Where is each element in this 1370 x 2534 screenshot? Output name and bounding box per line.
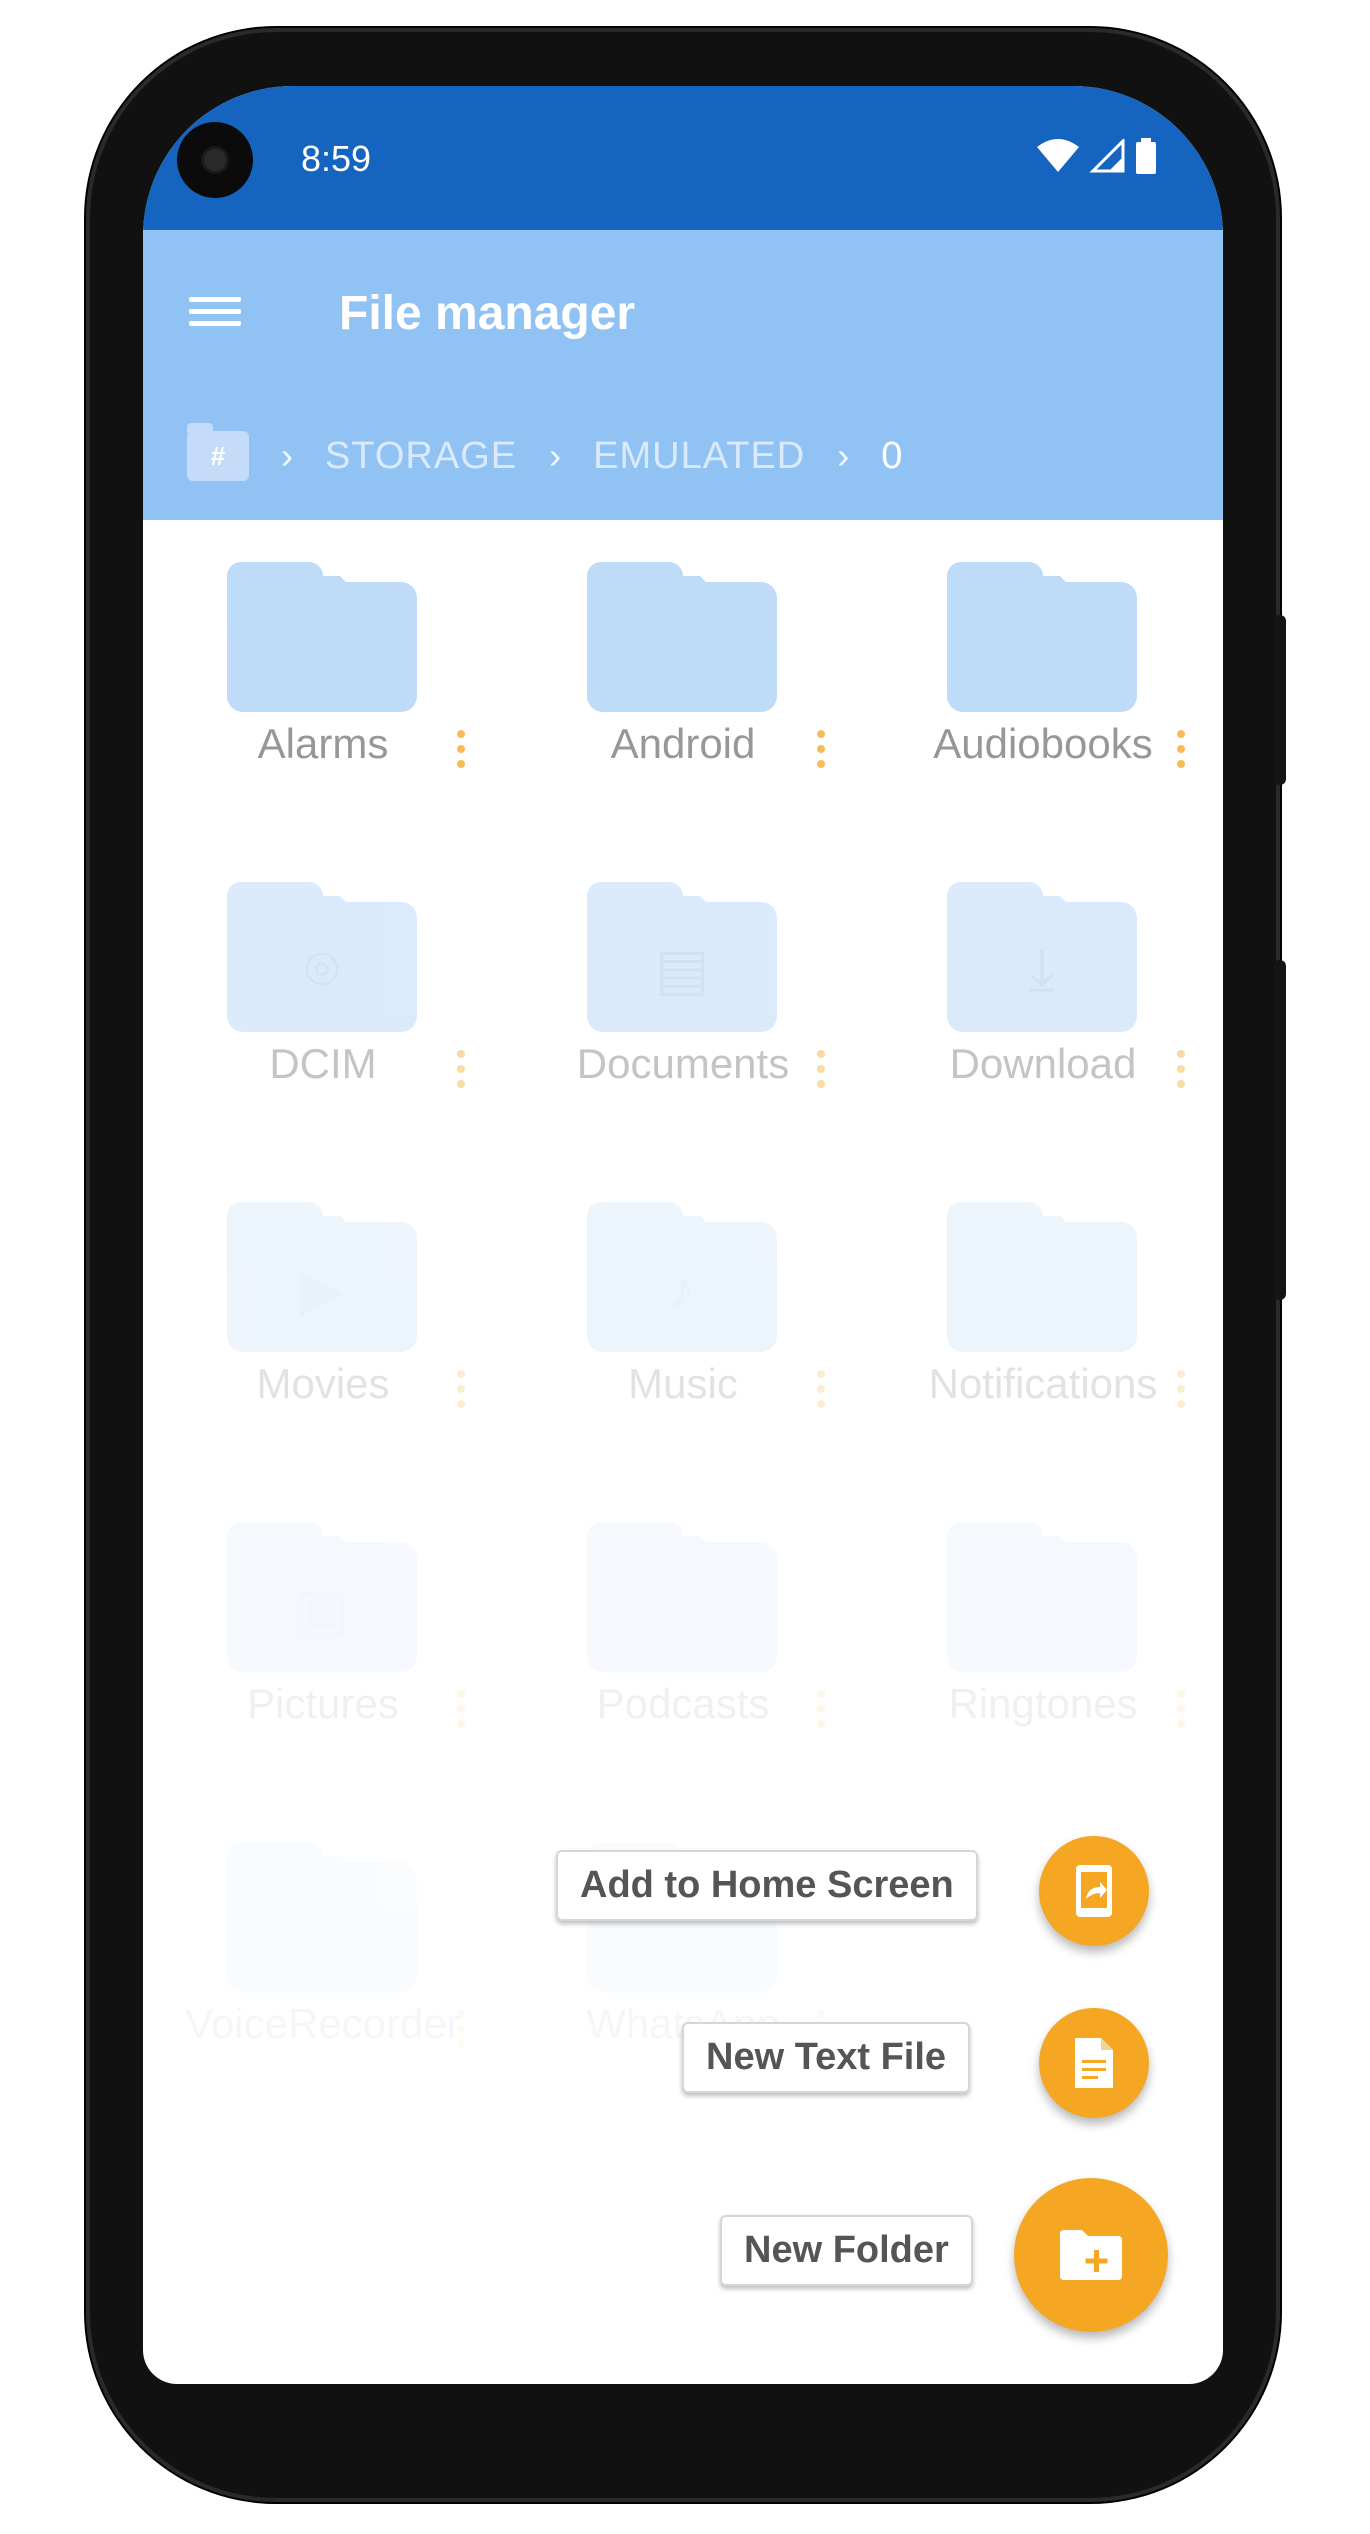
folder-icon: ⤓ xyxy=(947,882,1137,1032)
music-icon: ♪ xyxy=(667,1257,697,1322)
folder-item[interactable]: Android xyxy=(503,520,863,840)
camera-icon: ⌾ xyxy=(304,937,340,1002)
create-new-folder-icon xyxy=(1060,2230,1122,2280)
more-vert-icon[interactable] xyxy=(815,1370,829,1414)
folder-name: Movies xyxy=(256,1360,390,1407)
folder-item[interactable]: Ringtones xyxy=(863,1480,1223,1800)
document-icon: ▤ xyxy=(654,937,710,1002)
storage-root-icon[interactable]: # xyxy=(187,423,249,481)
folder-name: Music xyxy=(628,1360,738,1407)
chevron-right-icon: › xyxy=(549,435,562,476)
breadcrumb: # › STORAGE › EMULATED › 0 xyxy=(187,423,903,486)
folder-icon xyxy=(587,562,777,712)
folder-icon: ⌾ xyxy=(227,882,417,1032)
new-text-file-label[interactable]: New Text File xyxy=(682,2022,971,2093)
folder-item[interactable]: VoiceRecorder xyxy=(143,1800,503,2120)
more-vert-icon[interactable] xyxy=(455,1690,469,1734)
add-to-home-screen-label[interactable]: Add to Home Screen xyxy=(556,1850,978,1921)
folder-icon xyxy=(947,1202,1137,1352)
more-vert-icon[interactable] xyxy=(815,1690,829,1734)
folder-item[interactable]: Alarms xyxy=(143,520,503,840)
folder-name: Podcasts xyxy=(596,1680,770,1727)
more-vert-icon[interactable] xyxy=(455,1050,469,1094)
wifi-icon xyxy=(1037,139,1079,172)
document-icon xyxy=(1075,2038,1113,2088)
screen: 8:59 File manager # › STORAGE › EMULATED… xyxy=(143,86,1223,2384)
breadcrumb-storage[interactable]: STORAGE xyxy=(325,435,517,478)
folder-item[interactable]: Notifications xyxy=(863,1160,1223,1480)
front-camera xyxy=(177,122,253,198)
folder-name: Download xyxy=(949,1040,1137,1087)
folder-icon xyxy=(227,562,417,712)
folder-name: Pictures xyxy=(247,1680,399,1727)
folder-icon: ▣ xyxy=(227,1522,417,1672)
folder-name: DCIM xyxy=(269,1040,377,1087)
new-folder-label[interactable]: New Folder xyxy=(720,2215,973,2286)
more-vert-icon[interactable] xyxy=(815,730,829,774)
more-vert-icon[interactable] xyxy=(1175,1050,1189,1094)
image-icon: ▣ xyxy=(294,1577,350,1642)
add-to-home-screen-icon xyxy=(1076,1865,1112,1917)
folder-icon: ▤ xyxy=(587,882,777,1032)
power-button xyxy=(1274,615,1286,785)
more-vert-icon[interactable] xyxy=(815,1050,829,1094)
status-icons xyxy=(1037,138,1157,174)
folder-item[interactable]: ⤓ Download xyxy=(863,840,1223,1160)
hamburger-icon[interactable] xyxy=(189,290,245,346)
folder-name: VoiceRecorder xyxy=(185,2000,461,2047)
more-vert-icon[interactable] xyxy=(1175,1370,1189,1414)
chevron-right-icon: › xyxy=(837,435,850,476)
folder-icon: ♪ xyxy=(587,1202,777,1352)
folder-icon xyxy=(947,562,1137,712)
folder-icon xyxy=(947,1522,1137,1672)
add-to-home-screen-button[interactable] xyxy=(1039,1836,1149,1946)
folder-name: Alarms xyxy=(257,720,389,767)
volume-button xyxy=(1274,960,1286,1300)
folder-icon: ▶ xyxy=(227,1202,417,1352)
download-icon: ⤓ xyxy=(1029,937,1055,1002)
breadcrumb-emulated[interactable]: EMULATED xyxy=(593,435,805,478)
more-vert-icon[interactable] xyxy=(455,1370,469,1414)
folder-item[interactable]: ▣ Pictures xyxy=(143,1480,503,1800)
folder-name: Audiobooks xyxy=(933,720,1153,767)
status-bar: 8:59 xyxy=(143,86,1223,230)
folder-icon xyxy=(227,1842,417,1992)
battery-icon xyxy=(1136,138,1156,174)
status-time: 8:59 xyxy=(301,138,372,179)
page-title: File manager xyxy=(339,287,636,340)
signal-icon xyxy=(1089,139,1125,173)
folder-item[interactable]: ▤ Documents xyxy=(503,840,863,1160)
more-vert-icon[interactable] xyxy=(455,730,469,774)
breadcrumb-current[interactable]: 0 xyxy=(881,435,903,478)
more-vert-icon[interactable] xyxy=(1175,1690,1189,1734)
folder-name: Android xyxy=(610,720,756,767)
new-text-file-button[interactable] xyxy=(1039,2008,1149,2118)
more-vert-icon[interactable] xyxy=(455,2010,469,2054)
folder-item[interactable]: Podcasts xyxy=(503,1480,863,1800)
folder-item[interactable]: ▶ Movies xyxy=(143,1160,503,1480)
folder-item[interactable]: ♪ Music xyxy=(503,1160,863,1480)
chevron-right-icon: › xyxy=(281,435,293,476)
folder-item[interactable]: Audiobooks xyxy=(863,520,1223,840)
more-vert-icon[interactable] xyxy=(1175,730,1189,774)
folder-icon xyxy=(587,1522,777,1672)
app-bar: File manager # › STORAGE › EMULATED › 0 xyxy=(143,230,1223,520)
folder-name: Notifications xyxy=(928,1360,1158,1407)
folder-name: Documents xyxy=(576,1040,790,1087)
movie-icon: ▶ xyxy=(299,1257,345,1322)
folder-name: Ringtones xyxy=(948,1680,1138,1727)
new-folder-button[interactable] xyxy=(1014,2178,1168,2332)
folder-item[interactable]: ⌾ DCIM xyxy=(143,840,503,1160)
